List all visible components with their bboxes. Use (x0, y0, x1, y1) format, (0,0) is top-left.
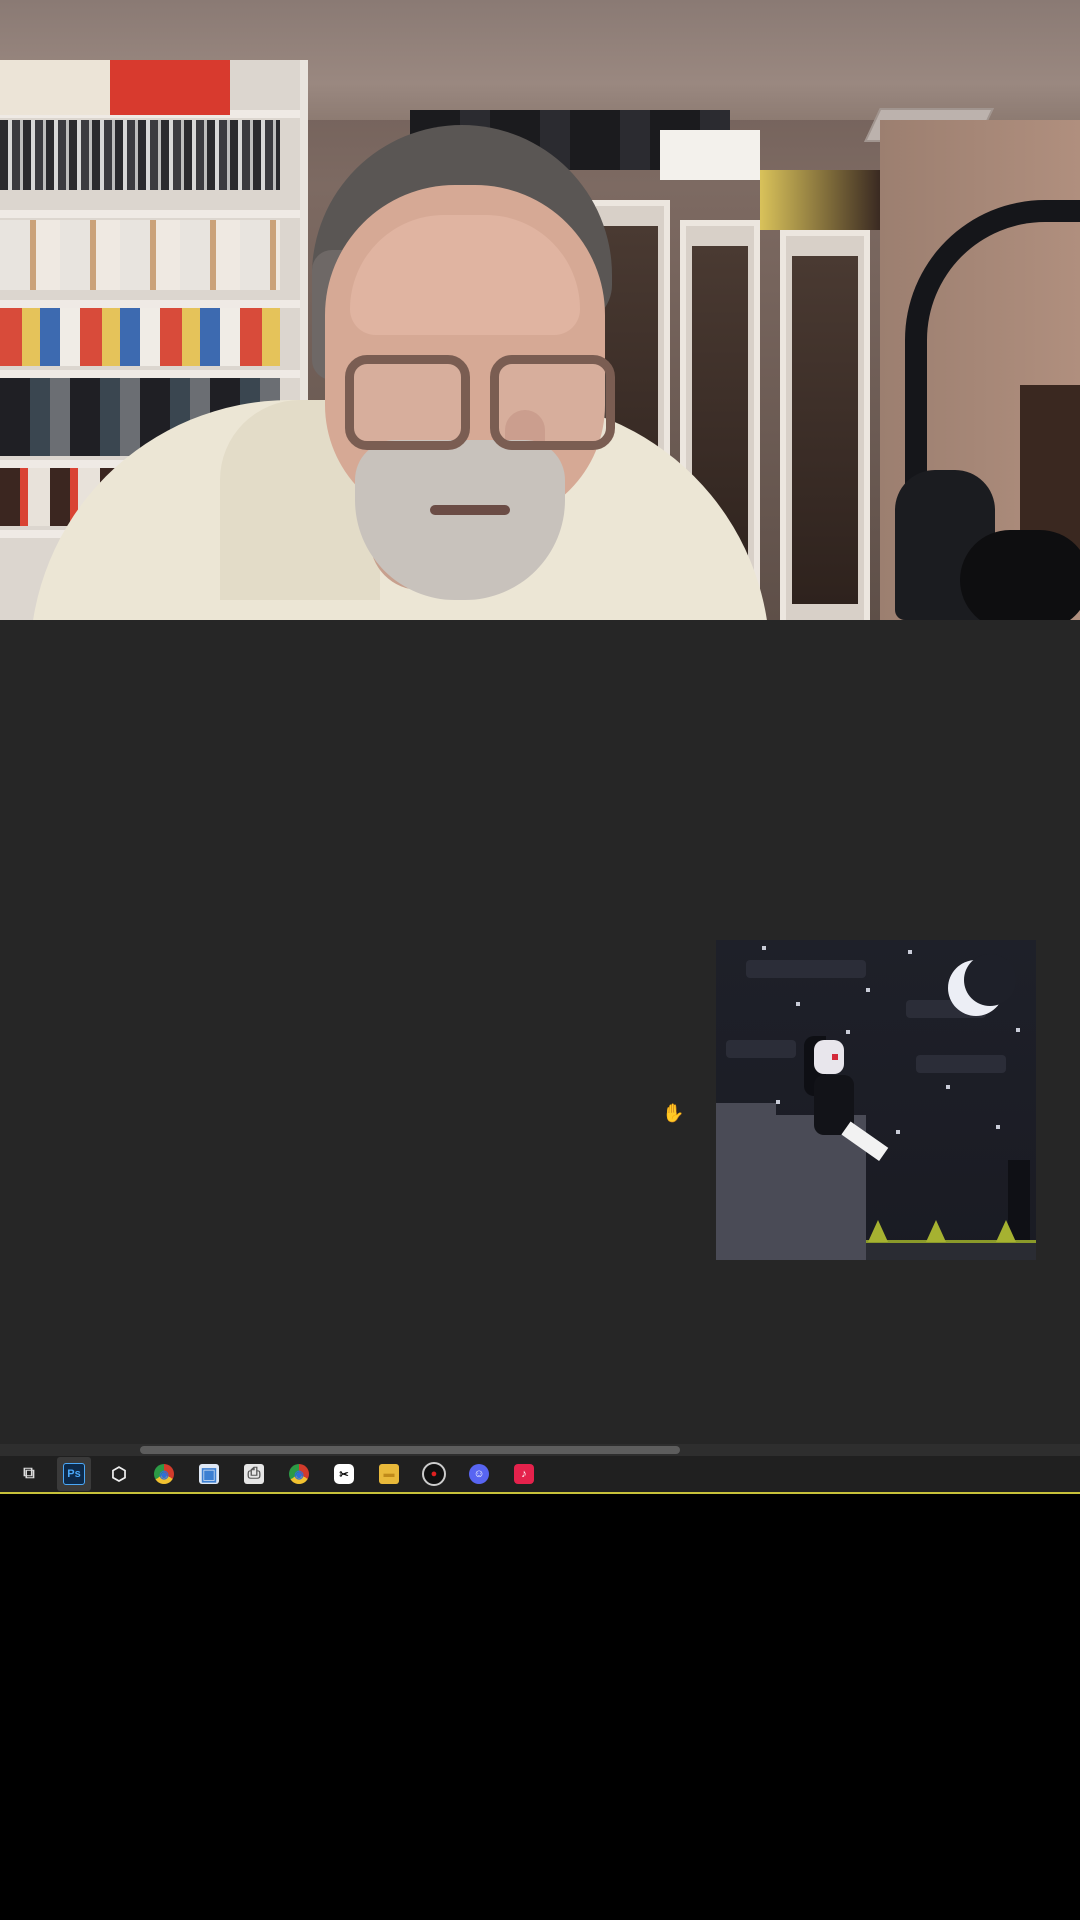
chrome-alt-button[interactable]: ◉ (147, 1457, 181, 1491)
scrollbar-thumb[interactable] (140, 1446, 680, 1454)
record-icon: ● (422, 1462, 446, 1486)
capcut-button[interactable]: ✂ (327, 1457, 361, 1491)
file-explorer-button[interactable]: ▬ (372, 1457, 406, 1491)
cube-icon: ⬡ (111, 1463, 127, 1484)
microphone (960, 530, 1080, 620)
photoshop-icon: Ps (63, 1463, 85, 1485)
printer-icon: ⎙ (244, 1464, 264, 1484)
printer-app-button[interactable]: ⎙ (237, 1457, 271, 1491)
chrome-icon: ◉ (154, 1464, 174, 1484)
letterbox-area (0, 1496, 1080, 1920)
hand-grab-icon: ✋ (662, 1103, 685, 1123)
task-view-icon: ⧉ (23, 1465, 35, 1482)
cliff (716, 1115, 866, 1260)
pixel-art-canvas[interactable] (716, 940, 1036, 1260)
discord-button[interactable]: ☺ (462, 1457, 496, 1491)
capcut-icon: ✂ (334, 1464, 354, 1484)
horizontal-scrollbar[interactable] (0, 1444, 1080, 1456)
eyeglasses (345, 355, 615, 475)
taskbar: ⧉ Ps ⬡ ◉ ▣ ⎙ ◉ ✂ ▬ ● ☺ ♪ (0, 1456, 1080, 1494)
window-icon: ▣ (199, 1463, 219, 1484)
cabinet (780, 230, 870, 620)
3d-app-button[interactable]: ⬡ (102, 1457, 136, 1491)
chrome-icon: ◉ (289, 1464, 309, 1484)
window-app-button[interactable]: ▣ (192, 1457, 226, 1491)
folder-icon: ▬ (379, 1464, 399, 1484)
photoshop-button[interactable]: Ps (57, 1457, 91, 1491)
chrome-button[interactable]: ◉ (282, 1457, 316, 1491)
obs-button[interactable]: ● (417, 1457, 451, 1491)
webcam-feed (0, 0, 1080, 620)
tiktok-button[interactable]: ♪ (507, 1457, 541, 1491)
task-view-button[interactable]: ⧉ (12, 1457, 46, 1491)
discord-icon: ☺ (469, 1464, 489, 1484)
tiktok-icon: ♪ (514, 1464, 534, 1484)
